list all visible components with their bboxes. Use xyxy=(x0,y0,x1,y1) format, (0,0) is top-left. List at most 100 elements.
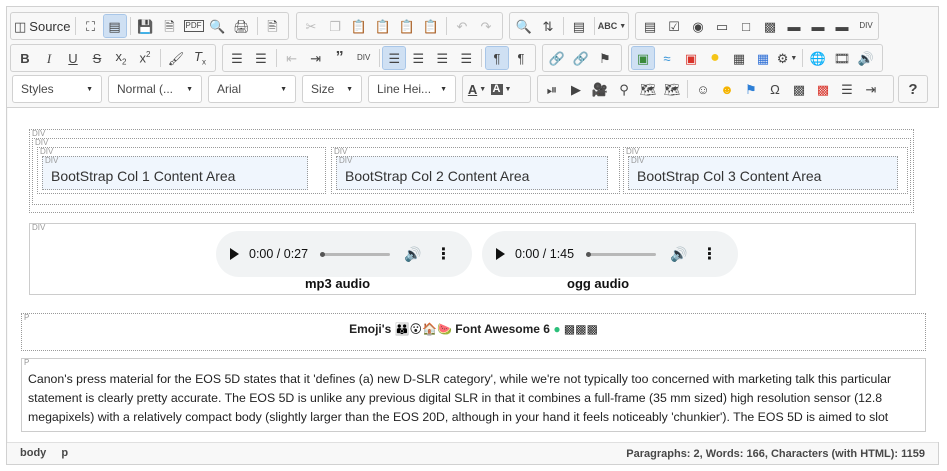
cut-button[interactable]: ✂ xyxy=(300,15,322,37)
audio-button[interactable]: 🔊 xyxy=(855,47,877,69)
image-button-button[interactable]: ▬ xyxy=(807,15,829,37)
emoji-color-button[interactable]: ☻ xyxy=(716,78,738,100)
mp3-seek-bar[interactable] xyxy=(320,251,391,257)
special-char-button[interactable]: Ω xyxy=(764,78,786,100)
bootstrap-col-2-inner[interactable]: DIV BootStrap Col 2 Content Area xyxy=(336,156,608,190)
ogg-audio-player[interactable]: 0:00 / 1:45 🔊 ⋮ xyxy=(482,231,738,277)
show-blocks-button[interactable]: ▤ xyxy=(102,14,127,38)
textfield-button[interactable]: ▭ xyxy=(711,15,733,37)
save-button[interactable]: 💾 xyxy=(135,15,157,37)
volume-icon[interactable]: 🔊 xyxy=(404,246,421,263)
smiley-button[interactable]: ● xyxy=(704,47,726,69)
rtl-button[interactable]: ¶ xyxy=(510,47,532,69)
ltr-button[interactable]: ¶ xyxy=(485,46,510,70)
google-map-button[interactable]: 🗺 xyxy=(661,78,683,100)
form-button[interactable]: ▤ xyxy=(639,15,661,37)
align-center-button[interactable]: ☰ xyxy=(407,47,429,69)
replace-button[interactable]: ⇅ xyxy=(537,15,559,37)
play-icon[interactable] xyxy=(230,248,239,260)
align-right-button[interactable]: ☰ xyxy=(431,47,453,69)
line-height-dropdown[interactable]: Line Hei... ▼ xyxy=(368,75,456,103)
indent-button[interactable]: ⇥ xyxy=(305,47,327,69)
flash-button[interactable]: ≈ xyxy=(656,47,678,69)
styles-dropdown[interactable]: Styles ▼ xyxy=(12,75,102,103)
checkbox-button[interactable]: ☑ xyxy=(663,15,685,37)
bootstrap-col-2-block[interactable]: DIV DIV BootStrap Col 2 Content Area xyxy=(331,147,620,194)
more-options-icon[interactable]: ⋮ xyxy=(436,244,452,264)
volume-icon[interactable]: 🔊 xyxy=(670,246,687,263)
page-break-button[interactable]: ⇥ xyxy=(860,78,882,100)
paste-button[interactable]: 📋 xyxy=(348,15,370,37)
video-button[interactable]: 🎞 xyxy=(831,47,853,69)
bulleted-list-button[interactable]: ☰ xyxy=(250,47,272,69)
qrcode-button[interactable]: ▩ xyxy=(788,78,810,100)
bootstrap-col-3-inner[interactable]: DIV BootStrap Col 3 Content Area xyxy=(628,156,898,190)
bootstrap-col-3-block[interactable]: DIV DIV BootStrap Col 3 Content Area xyxy=(623,147,908,194)
source-button[interactable]: ◫ Source xyxy=(14,15,71,37)
settings-button[interactable]: ⚙ ▼ xyxy=(776,47,798,69)
table-button[interactable]: ▦ xyxy=(728,47,750,69)
bootstrap-container-block[interactable]: DIV DIV DIV DIV BootStrap Col 1 Content … xyxy=(29,129,914,213)
barcode-button[interactable]: ▩ xyxy=(812,78,834,100)
superscript-button[interactable]: x2 xyxy=(134,47,156,69)
bold-button[interactable]: B xyxy=(14,47,36,69)
italic-button[interactable]: I xyxy=(38,47,60,69)
templates-button[interactable]: 🖹 xyxy=(262,15,284,37)
youtube-button[interactable]: ▶ xyxy=(565,78,587,100)
copy-formatting-button[interactable]: 🖌 xyxy=(165,47,187,69)
strike-button[interactable]: S xyxy=(86,47,108,69)
undo-button[interactable]: ↶ xyxy=(451,15,473,37)
form-button-button[interactable]: ▬ xyxy=(783,15,805,37)
paste-html-button[interactable]: 📋 xyxy=(420,15,442,37)
create-div-button[interactable]: DIV xyxy=(353,47,375,69)
background-color-button[interactable]: A ▼ xyxy=(490,78,512,100)
size-dropdown[interactable]: Size ▼ xyxy=(302,75,362,103)
format-dropdown[interactable]: Normal (... ▼ xyxy=(108,75,202,103)
textarea-button[interactable]: □ xyxy=(735,15,757,37)
unlink-button[interactable]: 🔗 xyxy=(570,47,592,69)
text-color-button[interactable]: A ▼ xyxy=(466,78,488,100)
more-options-icon[interactable]: ⋮ xyxy=(702,244,718,264)
redo-button[interactable]: ↷ xyxy=(475,15,497,37)
paste-text-button[interactable]: 📋 xyxy=(372,15,394,37)
print-button[interactable]: 🖨 xyxy=(231,15,253,37)
bootstrap-row-block[interactable]: DIV DIV DIV BootStrap Col 1 Content Area… xyxy=(32,138,911,205)
anchor-button[interactable]: ⚑ xyxy=(594,47,616,69)
picture-button[interactable]: ▣ xyxy=(680,47,702,69)
table-grid-button[interactable]: ▦ xyxy=(752,47,774,69)
map-marker-button[interactable]: ⚲ xyxy=(613,78,635,100)
export-pdf-button[interactable]: PDF xyxy=(183,15,205,37)
bootstrap-col-1-block[interactable]: DIV DIV BootStrap Col 1 Content Area xyxy=(37,147,326,194)
path-item-p[interactable]: p xyxy=(61,447,68,459)
horizontal-rule-button[interactable]: ☰ xyxy=(836,78,858,100)
select-field-button[interactable]: ▩ xyxy=(759,15,781,37)
paste-word-button[interactable]: 📋 xyxy=(396,15,418,37)
blockquote-button[interactable]: ” xyxy=(329,47,351,69)
find-button[interactable]: 🔍 xyxy=(513,15,535,37)
justify-button[interactable]: ☰ xyxy=(455,47,477,69)
select-all-button[interactable]: ▤ xyxy=(568,15,590,37)
editor-content-area[interactable]: DIV DIV DIV DIV BootStrap Col 1 Content … xyxy=(8,108,939,442)
numbered-list-button[interactable]: ☰ xyxy=(226,47,248,69)
mp3-audio-player[interactable]: 0:00 / 0:27 🔊 ⋮ xyxy=(216,231,472,277)
ogg-seek-bar[interactable] xyxy=(586,251,657,257)
play-icon[interactable] xyxy=(496,248,505,260)
spellcheck-button[interactable]: ABC ▼ xyxy=(598,15,626,37)
align-left-button[interactable]: ☰ xyxy=(382,46,407,70)
hidden-field-button[interactable]: ▬ xyxy=(831,15,853,37)
bookmark-button[interactable]: ⚑ xyxy=(740,78,762,100)
new-page-button[interactable]: 🗎 xyxy=(159,15,181,37)
underline-button[interactable]: U xyxy=(62,47,84,69)
link-button[interactable]: 🔗 xyxy=(546,47,568,69)
path-item-body[interactable]: body xyxy=(20,447,46,459)
emoji-button[interactable]: ☺ xyxy=(692,78,714,100)
image-button[interactable]: ▣ xyxy=(631,46,655,70)
map-image-button[interactable]: 🗺 xyxy=(637,78,659,100)
radio-button[interactable]: ◉ xyxy=(687,15,709,37)
copy-button[interactable]: ❐ xyxy=(324,15,346,37)
iframe-button[interactable]: 🌐 xyxy=(807,47,829,69)
preview-button[interactable]: 🔍 xyxy=(207,15,229,37)
help-button[interactable]: ? xyxy=(902,78,924,100)
remove-format-button[interactable]: Tx xyxy=(189,47,211,69)
bootstrap-col-1-inner[interactable]: DIV BootStrap Col 1 Content Area xyxy=(42,156,308,190)
